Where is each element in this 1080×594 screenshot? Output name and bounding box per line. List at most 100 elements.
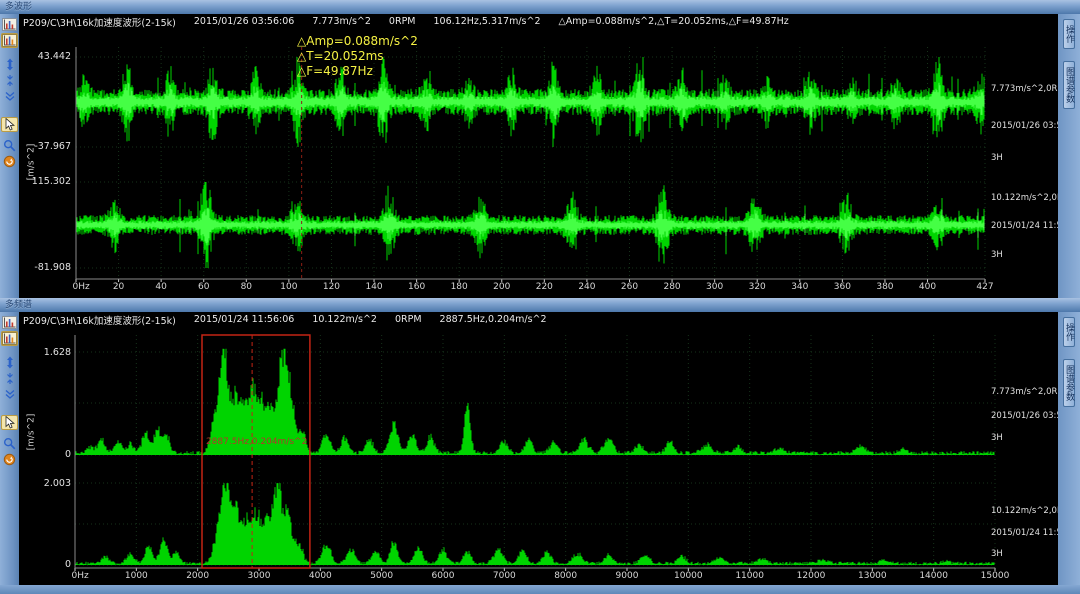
spectrum-plot-area: 2887.5Hz,0.204m/s^2 1.628 0 2.003 0 [m/s… <box>19 327 1058 585</box>
x-tick-label: 20 <box>113 282 124 292</box>
x-tick-label: 380 <box>876 282 893 292</box>
y-axis-label: 0 <box>25 559 71 570</box>
side-tab-1[interactable]: 操作 <box>1063 19 1075 49</box>
spectrum-header: P209/C\3H\16k加速度波形(2-15k) 2015/01/24 11:… <box>19 312 1058 327</box>
compress-vertical-icon[interactable] <box>1 73 18 88</box>
y-unit-label: [m/s^2] <box>26 144 36 181</box>
x-tick-label: 8000 <box>554 571 577 581</box>
x-tick-label: 1000 <box>125 571 148 581</box>
trace-rms-label: 10.122m/s^2,0RPM <box>991 193 1058 203</box>
trace-point-label: 3H <box>991 250 1003 260</box>
multi-chart-icon[interactable] <box>1 33 18 48</box>
refresh-icon[interactable] <box>1 452 18 467</box>
delta-t-label: △T=20.052ms <box>297 49 418 64</box>
multi-chart-icon[interactable] <box>1 331 18 346</box>
waveform-header-datetime: 2015/01/26 03:56:06 <box>194 16 294 27</box>
waveform-plot-canvas[interactable] <box>19 29 1058 298</box>
waveform-window-titlebar[interactable]: 多波形 <box>0 0 1080 14</box>
trace-point-label: 3H <box>991 153 1003 163</box>
y-axis-label: -81.908 <box>25 262 71 273</box>
side-tab-1[interactable]: 操作 <box>1063 317 1075 347</box>
spectrum-header-rms: 10.122m/s^2 <box>312 314 377 325</box>
trace-date-label: 2015/01/24 11:56:06 <box>991 528 1058 538</box>
x-tick-label: 13000 <box>858 571 887 581</box>
trace-rms-label: 7.773m/s^2,0RPM <box>991 84 1058 94</box>
expand-vertical-icon[interactable] <box>1 355 18 370</box>
x-tick-label: 4000 <box>309 571 332 581</box>
x-tick-label: 40 <box>155 282 166 292</box>
waveform-header: P209/C\3H\16k加速度波形(2-15k) 2015/01/26 03:… <box>19 14 1058 29</box>
vibration-analyzer-app: 多波形 P209/C\3H\16k加速度波形(2-15k) 2015/01/26… <box>0 0 1080 594</box>
x-tick-label: 300 <box>706 282 723 292</box>
x-tick-label: 2000 <box>186 571 209 581</box>
trace-date-label: 2015/01/26 03:56:06 <box>991 121 1058 131</box>
waveform-window: 多波形 P209/C\3H\16k加速度波形(2-15k) 2015/01/26… <box>0 0 1080 298</box>
x-tick-label: 140 <box>365 282 382 292</box>
spectrum-window-titlebar[interactable]: 多频谱 <box>0 298 1080 312</box>
x-tick-label: 0Hz <box>72 571 89 581</box>
trace-point-label: 3H <box>991 433 1003 443</box>
spectrum-side-tabstrip: 操作图谱参数 <box>1058 312 1080 585</box>
selection-cursor-label: 2887.5Hz,0.204m/s^2 <box>206 437 307 447</box>
y-axis-label: 43.442 <box>25 51 71 62</box>
spectrum-window: 多频谱 P209/C\3H\16k加速度波形(2-15k) 2015/01/24… <box>0 298 1080 594</box>
collapse-down-icon[interactable] <box>1 387 18 402</box>
x-tick-label: 340 <box>791 282 808 292</box>
waveform-chart-icon[interactable] <box>1 17 18 32</box>
x-tick-label: 0Hz <box>73 282 90 292</box>
zoom-icon[interactable] <box>1 138 18 153</box>
x-tick-label: 240 <box>578 282 595 292</box>
waveform-header-rms: 7.773m/s^2 <box>312 16 371 27</box>
x-tick-label: 5000 <box>370 571 393 581</box>
x-tick-label: 9000 <box>616 571 639 581</box>
waveform-header-rpm: 0RPM <box>389 16 416 27</box>
waveform-plot-area: △Amp=0.088m/s^2 △T=20.052ms △F=49.87Hz 4… <box>19 29 1058 298</box>
trace-date-label: 2015/01/26 03:56:06 <box>991 411 1058 421</box>
cursor-pointer-icon[interactable] <box>1 415 18 430</box>
x-tick-label: 11000 <box>735 571 764 581</box>
trace-point-label: 3H <box>991 549 1003 559</box>
delta-amp-label: △Amp=0.088m/s^2 <box>297 34 418 49</box>
x-tick-label: 220 <box>536 282 553 292</box>
waveform-toolbar <box>0 14 19 298</box>
x-tick-label: 15000 <box>981 571 1010 581</box>
compress-vertical-icon[interactable] <box>1 371 18 386</box>
trace-rms-label: 7.773m/s^2,0RPM <box>991 387 1058 397</box>
side-tab-2[interactable]: 图谱参数 <box>1063 61 1075 109</box>
x-tick-label: 80 <box>241 282 252 292</box>
expand-vertical-icon[interactable] <box>1 57 18 72</box>
x-tick-label: 360 <box>834 282 851 292</box>
x-tick-label: 14000 <box>919 571 948 581</box>
x-tick-label: 260 <box>621 282 638 292</box>
collapse-down-icon[interactable] <box>1 89 18 104</box>
x-tick-label: 400 <box>919 282 936 292</box>
y-axis-label: 0 <box>25 449 71 460</box>
spectrum-window-title: 多频谱 <box>5 300 32 310</box>
cursor-pointer-icon[interactable] <box>1 117 18 132</box>
spectrum-plot-canvas[interactable]: 2887.5Hz,0.204m/s^2 <box>19 327 1058 585</box>
spectrum-header-rpm: 0RPM <box>395 314 422 325</box>
waveform-header-cursor: 106.12Hz,5.317m/s^2 <box>434 16 541 27</box>
waveform-header-path: P209/C\3H\16k加速度波形(2-15k) <box>23 15 176 29</box>
y-axis-label: 2.003 <box>25 478 71 489</box>
refresh-icon[interactable] <box>1 154 18 169</box>
x-tick-label: 10000 <box>674 571 703 581</box>
x-tick-label: 427 <box>976 282 993 292</box>
y-unit-label: [m/s^2] <box>26 414 36 451</box>
x-tick-label: 6000 <box>432 571 455 581</box>
x-tick-label: 280 <box>663 282 680 292</box>
trace-rms-label: 10.122m/s^2,0RPM <box>991 506 1058 516</box>
x-tick-label: 100 <box>280 282 297 292</box>
y-axis-label: 1.628 <box>25 347 71 358</box>
waveform-side-tabstrip: 操作图谱参数 <box>1058 14 1080 298</box>
x-tick-label: 7000 <box>493 571 516 581</box>
spectrum-header-datetime: 2015/01/24 11:56:06 <box>194 314 294 325</box>
x-tick-label: 180 <box>451 282 468 292</box>
zoom-icon[interactable] <box>1 436 18 451</box>
side-tab-2[interactable]: 图谱参数 <box>1063 359 1075 407</box>
spectrum-header-path: P209/C\3H\16k加速度波形(2-15k) <box>23 313 176 327</box>
x-tick-label: 160 <box>408 282 425 292</box>
waveform-chart-icon[interactable] <box>1 315 18 330</box>
waveform-window-title: 多波形 <box>5 2 32 12</box>
window-bottom-frame <box>0 585 1080 594</box>
